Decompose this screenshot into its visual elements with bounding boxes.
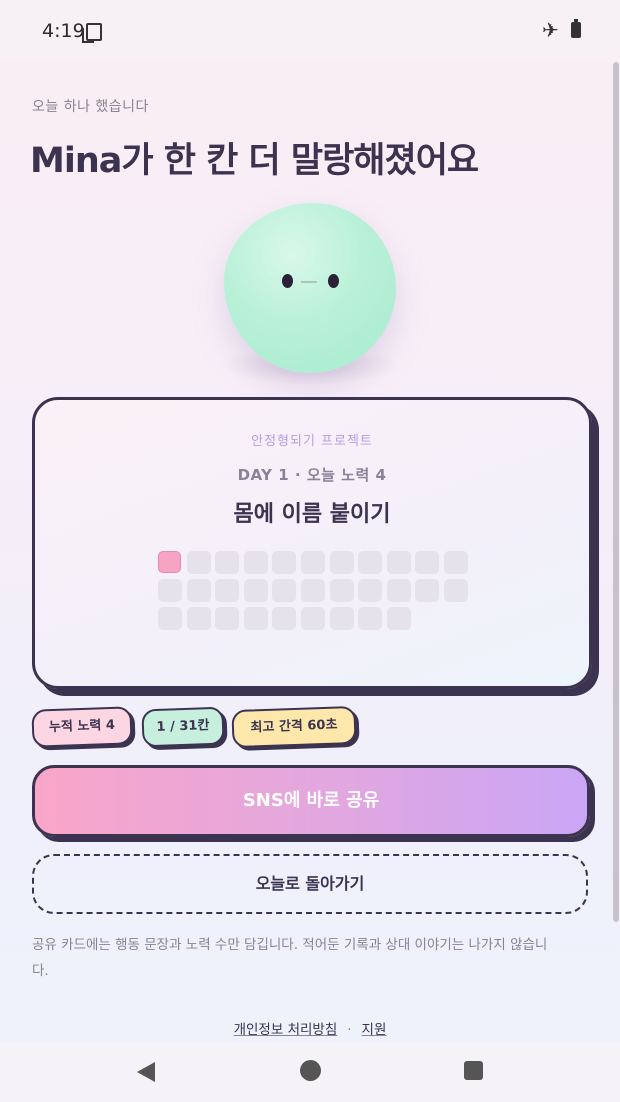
page-title: Mina가 한 칸 더 말랑해졌어요 [30,141,479,181]
progress-cell [386,607,411,630]
nav-home-icon[interactable] [300,1060,321,1081]
right-eye [328,274,339,288]
progress-cell [386,579,411,602]
task-title: 몸에 이름 붙이기 [233,502,391,527]
progress-cell [415,579,440,602]
progress-cell [243,607,268,630]
scrollbar[interactable] [613,62,619,922]
progress-cell [186,579,211,602]
progress-cell [358,551,383,574]
progress-cell [444,579,468,602]
back-to-today-button[interactable]: 오늘로 돌아가기 [32,854,588,914]
progress-cell [243,551,268,574]
best-interval-badge: 최고 간격 60초 [231,705,357,749]
progress-cell [272,607,297,630]
progress-cell [358,579,383,602]
progress-cell [272,579,297,602]
progress-cell [301,579,325,602]
eyebrow-text: 오늘 하나 했습니다 [32,99,149,115]
character-blob [224,203,396,373]
progress-cell [186,551,211,574]
mouth [301,281,317,283]
nav-recent-icon[interactable] [464,1061,483,1080]
progress-cell [301,607,325,630]
share-sns-button[interactable]: SNS에 바로 공유 [32,765,590,837]
progress-cell [215,579,240,602]
day-effort-line: DAY 1 · 오늘 노력 4 [237,466,387,484]
progress-cell [158,607,182,630]
progress-cell [358,607,383,630]
progress-cell [329,551,354,574]
share-card: 안정형되기 프로젝트 DAY 1 · 오늘 노력 4 몸에 이름 붙이기 [32,397,592,689]
nav-back-icon[interactable] [137,1062,155,1082]
left-eye [282,274,293,288]
privacy-policy-link[interactable]: 개인정보 처리방침 [234,1022,338,1038]
progress-cell [215,607,240,630]
progress-cell [329,579,354,602]
privacy-notice: 공유 카드에는 행동 문장과 노력 수만 담깁니다. 적어둔 기록과 상대 이야… [32,937,548,979]
progress-cell [243,579,268,602]
progress-cell [158,579,182,602]
progress-cell [415,551,440,574]
progress-cell [444,551,468,574]
progress-cell [386,551,411,574]
footer-links: 개인정보 처리방침 · 지원 [0,1018,620,1038]
progress-cell [301,551,325,574]
status-time: 4:19 [42,20,85,42]
cumulative-effort-badge: 누적 노력 4 [31,706,133,748]
progress-cell-filled [158,551,181,573]
battery-icon [571,19,581,38]
system-nav-bar [0,1042,620,1102]
footer-separator: · [347,1022,352,1038]
status-bar: 4:19 ✈ [0,0,620,62]
progress-cell [329,607,354,630]
cells-count-badge: 1 / 31칸 [141,706,225,748]
progress-cell [186,607,211,630]
progress-cell [215,551,240,574]
airplane-icon: ✈ [542,18,559,42]
progress-cell [272,551,297,574]
support-link[interactable]: 지원 [362,1022,387,1038]
copy-icon [82,23,102,43]
project-name: 안정형되기 프로젝트 [251,434,373,449]
